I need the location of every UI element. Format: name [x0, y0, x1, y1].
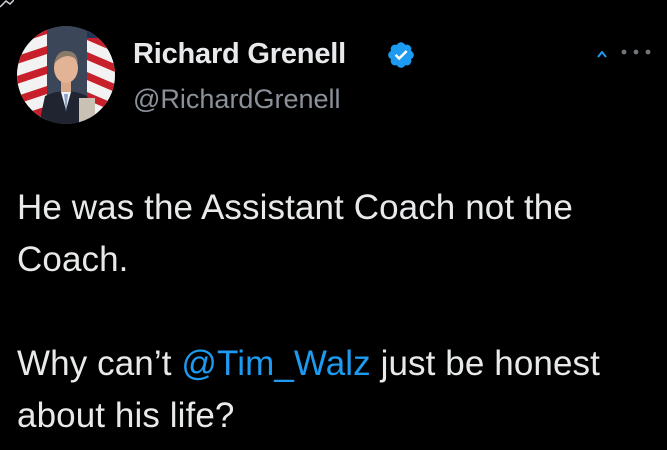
avatar[interactable]: [17, 26, 115, 124]
tweet-paragraph-2: Why can’t @Tim_Walz just be honest about…: [17, 338, 657, 442]
tweet-card: Richard Grenell @RichardGrenell He was t…: [0, 0, 667, 450]
more-options-icon[interactable]: [618, 42, 658, 62]
corner-glyph: [0, 0, 14, 8]
mention-link[interactable]: @Tim_Walz: [181, 344, 370, 383]
verified-badge-icon: [388, 42, 414, 68]
author-display-name[interactable]: Richard Grenell: [133, 38, 346, 71]
avatar-photo: [17, 26, 115, 124]
tweet-text: He was the Assistant Coach not the Coach…: [17, 182, 657, 442]
tweet-paragraph-1: He was the Assistant Coach not the Coach…: [17, 188, 573, 279]
grok-icon[interactable]: [597, 51, 607, 59]
tweet-text-segment: Why can’t: [17, 344, 182, 383]
author-handle[interactable]: @RichardGrenell: [133, 84, 340, 115]
